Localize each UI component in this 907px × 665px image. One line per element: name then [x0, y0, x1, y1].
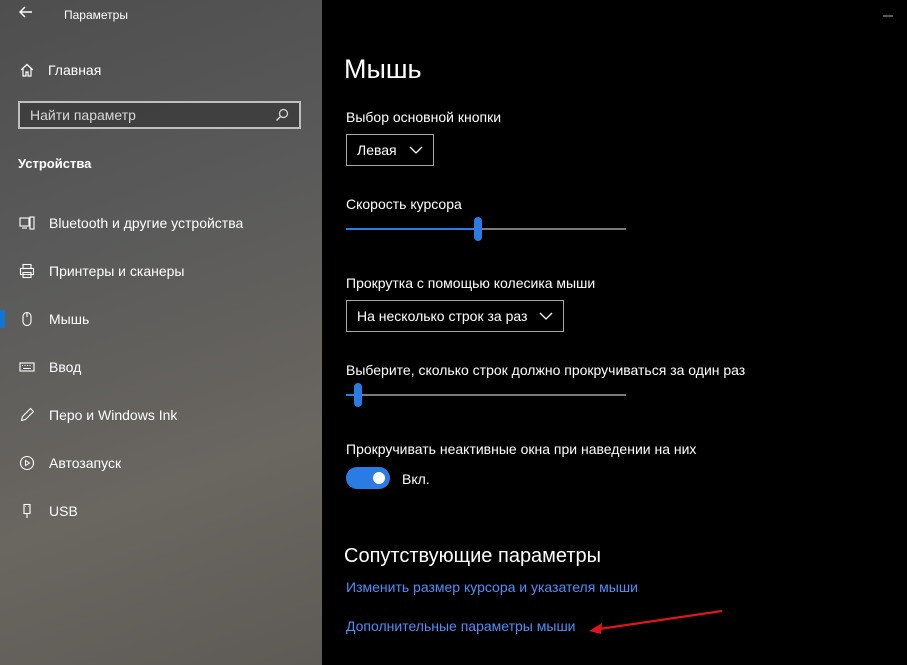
- lines-label: Выберите, сколько строк должно прокручив…: [346, 362, 746, 378]
- sidebar-item-label: Автозапуск: [49, 455, 122, 471]
- sidebar-item-input[interactable]: Ввод: [0, 349, 322, 385]
- wheel-scroll-value: На несколько строк за раз: [357, 308, 528, 324]
- toggle-state-label: Вкл.: [402, 471, 430, 487]
- home-icon: [18, 61, 36, 79]
- chevron-down-icon: [409, 145, 423, 155]
- home-label: Главная: [48, 62, 102, 78]
- bluetooth-devices-icon: [18, 214, 36, 232]
- annotation-arrow-icon: [589, 609, 723, 634]
- wheel-scroll-label: Прокрутка с помощью колесика мыши: [346, 275, 596, 291]
- related-settings-title: Сопутствующие параметры: [344, 545, 602, 567]
- wheel-scroll-select[interactable]: На несколько строк за раз: [346, 300, 565, 332]
- slider-thumb[interactable]: [354, 383, 362, 407]
- inactive-scroll-label: Прокручивать неактивные окна при наведен…: [346, 441, 697, 457]
- sidebar-item-mouse[interactable]: Мышь: [0, 301, 322, 337]
- sidebar: Параметры Главная Найти параметр Устройс…: [0, 0, 322, 665]
- primary-button-value: Левая: [357, 142, 397, 158]
- sidebar-item-label: USB: [49, 503, 78, 519]
- window-title: Параметры: [64, 8, 128, 22]
- primary-button-select[interactable]: Левая: [346, 134, 434, 166]
- chevron-down-icon: [539, 311, 553, 321]
- sidebar-item-autoplay[interactable]: Автозапуск: [0, 445, 322, 481]
- keyboard-icon: [18, 358, 36, 376]
- usb-icon: [18, 502, 36, 520]
- sidebar-item-label: Bluetooth и другие устройства: [49, 215, 244, 231]
- mouse-icon: [18, 310, 36, 328]
- sidebar-item-printers[interactable]: Принтеры и сканеры: [0, 253, 322, 289]
- close-icon[interactable]: [881, 8, 895, 22]
- sidebar-item-label: Ввод: [49, 359, 82, 375]
- slider-track: [346, 394, 626, 396]
- additional-mouse-settings-link[interactable]: Дополнительные параметры мыши: [346, 618, 576, 634]
- slider-fill: [346, 228, 478, 230]
- cursor-speed-slider[interactable]: [346, 217, 626, 241]
- sidebar-item-label: Перо и Windows Ink: [49, 407, 178, 423]
- search-placeholder: Найти параметр: [30, 107, 136, 123]
- inactive-scroll-toggle[interactable]: [346, 467, 390, 489]
- sidebar-item-usb[interactable]: USB: [0, 493, 322, 529]
- search-icon[interactable]: [273, 106, 291, 124]
- toggle-knob: [373, 472, 385, 484]
- search-input[interactable]: Найти параметр: [18, 101, 301, 129]
- sidebar-item-bluetooth[interactable]: Bluetooth и другие устройства: [0, 205, 322, 241]
- lines-slider[interactable]: [346, 383, 626, 407]
- autoplay-icon: [18, 454, 36, 472]
- pen-icon: [18, 406, 36, 424]
- slider-thumb[interactable]: [474, 217, 482, 241]
- cursor-speed-label: Скорость курсора: [346, 196, 462, 212]
- active-indicator: [0, 310, 5, 328]
- primary-button-label: Выбор основной кнопки: [346, 109, 502, 125]
- sidebar-item-label: Принтеры и сканеры: [49, 263, 185, 279]
- sidebar-item-pen[interactable]: Перо и Windows Ink: [0, 397, 322, 433]
- page-title: Мышь: [344, 54, 422, 84]
- home-nav-item[interactable]: Главная: [18, 61, 101, 79]
- printer-icon: [18, 262, 36, 280]
- sidebar-item-label: Мышь: [49, 311, 90, 327]
- cursor-size-link[interactable]: Изменить размер курсора и указателя мыши: [346, 579, 638, 595]
- section-title: Устройства: [18, 156, 92, 171]
- back-arrow-icon[interactable]: [16, 4, 36, 24]
